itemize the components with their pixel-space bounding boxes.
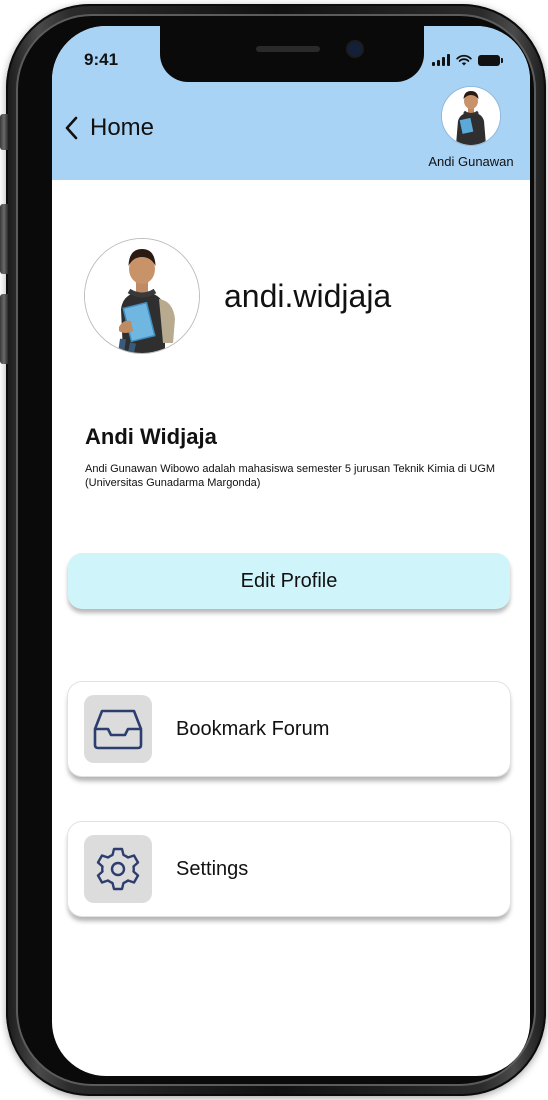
- settings-label: Settings: [176, 857, 249, 880]
- edit-profile-button[interactable]: Edit Profile: [68, 553, 510, 609]
- settings-icon-box: [84, 835, 152, 903]
- profile-bio: Andi Gunawan Wibowo adalah mahasiswa sem…: [85, 463, 496, 489]
- mute-switch: [0, 114, 8, 150]
- settings-item[interactable]: Settings: [68, 822, 510, 916]
- front-camera: [348, 42, 362, 56]
- cellular-signal-icon: [432, 54, 450, 66]
- battery-icon: [478, 55, 503, 66]
- profile-username: andi.widjaja: [224, 277, 392, 314]
- bookmark-forum-label: Bookmark Forum: [176, 717, 330, 740]
- profile-full-name: Andi Widjaja: [85, 424, 217, 449]
- screen: 9:41 Home Andi Gunawan andi.widjaja Andi…: [52, 26, 530, 1076]
- volume-up-button: [0, 204, 8, 274]
- avatar[interactable]: [441, 86, 501, 146]
- header-user[interactable]: Andi Gunawan: [416, 86, 526, 169]
- bookmark-forum-item[interactable]: Bookmark Forum: [68, 682, 510, 776]
- camera-notch: [160, 26, 424, 82]
- status-time: 9:41: [84, 50, 119, 69]
- top-header: 9:41 Home Andi Gunawan: [52, 26, 530, 180]
- back-button[interactable]: Home: [64, 114, 154, 142]
- profile-avatar[interactable]: [84, 238, 200, 354]
- back-label: Home: [90, 114, 155, 141]
- bookmark-forum-icon-box: [84, 695, 152, 763]
- user-photo: [442, 87, 500, 145]
- inbox-tray-icon: [93, 709, 143, 750]
- volume-down-button: [0, 294, 8, 364]
- chevron-left-icon: [65, 116, 78, 140]
- profile-photo: [85, 239, 199, 353]
- gear-icon: [96, 847, 140, 891]
- speaker-grille: [256, 46, 320, 52]
- profile-row: andi.widjaja: [84, 238, 391, 354]
- wifi-icon: [456, 54, 472, 66]
- phone-frame: 9:41 Home Andi Gunawan andi.widjaja Andi…: [0, 4, 546, 1096]
- status-icons: [432, 52, 503, 66]
- header-user-name: Andi Gunawan: [428, 154, 514, 169]
